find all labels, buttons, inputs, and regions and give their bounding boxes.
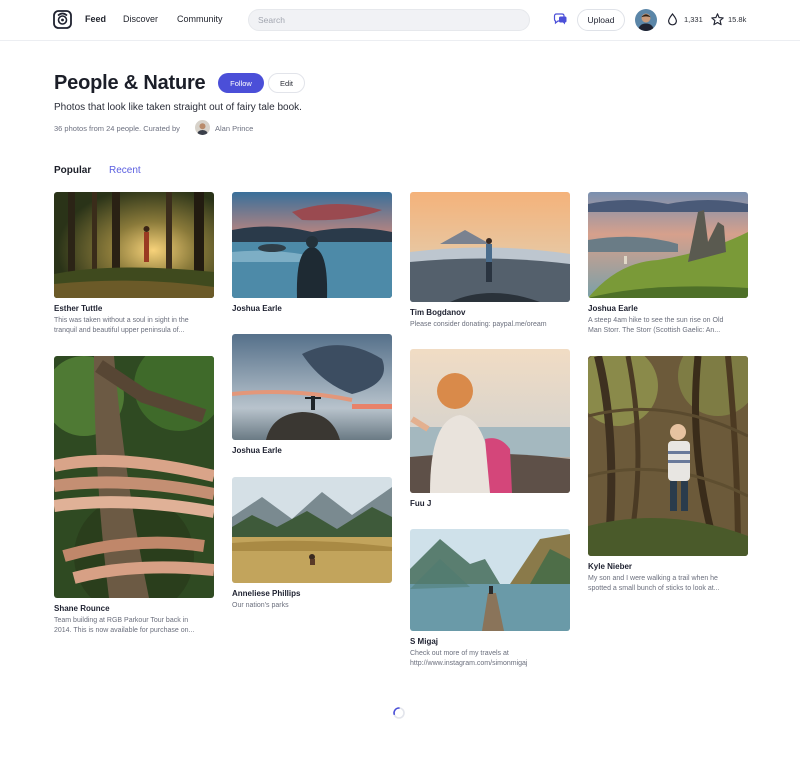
collection-subtitle: Photos that look like taken straight out… xyxy=(54,102,302,113)
photo-card[interactable]: Joshua Earle xyxy=(232,334,392,458)
photo-author[interactable]: Shane Rounce xyxy=(54,604,214,613)
photo-child-sticks-forest[interactable] xyxy=(588,356,748,556)
curator-name[interactable]: Alan Prince xyxy=(215,124,253,133)
loading-spinner-icon xyxy=(393,707,405,719)
photo-author[interactable]: Joshua Earle xyxy=(232,304,392,313)
photo-author[interactable]: Fuu J xyxy=(410,499,570,508)
photo-description: Check out more of my travels at http://ww… xyxy=(410,650,528,667)
photo-card[interactable]: Tim Bogdanov Please consider donating: p… xyxy=(410,192,570,330)
tab-popular[interactable]: Popular xyxy=(54,165,91,176)
star-icon xyxy=(711,13,724,26)
photo-forest-sunlight[interactable] xyxy=(54,192,214,298)
photo-author[interactable]: Kyle Nieber xyxy=(588,562,748,571)
photo-author[interactable]: Joshua Earle xyxy=(232,446,392,455)
photo-author[interactable]: Esther Tuttle xyxy=(54,304,214,313)
photo-fjord-pier[interactable] xyxy=(410,529,570,631)
collection-title: People & Nature xyxy=(54,72,206,94)
photo-author[interactable]: S Migaj xyxy=(410,637,570,646)
top-navigation-bar: Feed Discover Community Upload 1,331 15.… xyxy=(0,0,800,41)
photo-author[interactable]: Tim Bogdanov xyxy=(410,308,570,317)
photo-description: A steep 4am hike to see the sun rise on … xyxy=(588,317,724,334)
photo-author[interactable]: Joshua Earle xyxy=(588,304,748,313)
tab-recent[interactable]: Recent xyxy=(109,165,141,176)
photo-description: My son and I were walking a trail when h… xyxy=(588,575,720,592)
photo-card[interactable]: Joshua Earle A steep 4am hike to see the… xyxy=(588,192,748,336)
photo-rock-cloud-sky[interactable] xyxy=(232,334,392,440)
photo-hands-on-log[interactable] xyxy=(54,356,214,598)
photo-description: Team building at RGB Parkour Tour back i… xyxy=(54,617,195,634)
search-input[interactable] xyxy=(248,9,530,31)
likes-count: 1,331 xyxy=(684,15,703,24)
photo-old-man-storr[interactable] xyxy=(588,192,748,298)
nav-link-feed[interactable]: Feed xyxy=(85,14,106,24)
photo-card[interactable]: Shane Rounce Team building at RGB Parkou… xyxy=(54,356,214,636)
curator-avatar[interactable] xyxy=(195,120,210,135)
photo-mountain-meadow[interactable] xyxy=(232,477,392,583)
nav-link-discover[interactable]: Discover xyxy=(123,14,158,24)
stars-count: 15.8k xyxy=(728,15,747,24)
photo-lake-man[interactable] xyxy=(232,192,392,298)
follow-button[interactable]: Follow xyxy=(218,73,264,93)
camera-logo-icon[interactable] xyxy=(53,10,72,29)
nav-link-community[interactable]: Community xyxy=(177,14,223,24)
photo-card[interactable]: S Migaj Check out more of my travels at h… xyxy=(410,529,570,669)
photo-card[interactable]: Esther Tuttle This was taken without a s… xyxy=(54,192,214,336)
photo-card[interactable]: Kyle Nieber My son and I were walking a … xyxy=(588,356,748,594)
photo-card[interactable]: Fuu J xyxy=(410,349,570,511)
photo-author[interactable]: Anneliese Phillips xyxy=(232,589,392,598)
photo-card[interactable]: Joshua Earle xyxy=(232,192,392,316)
user-avatar[interactable] xyxy=(635,9,657,31)
upload-button[interactable]: Upload xyxy=(577,9,625,31)
photo-sunset-mountain-man[interactable] xyxy=(410,192,570,302)
edit-button[interactable]: Edit xyxy=(268,73,305,93)
chat-bubbles-icon[interactable] xyxy=(553,13,568,26)
photo-description: Please consider donating: paypal.me/orea… xyxy=(410,321,547,328)
photo-description: This was taken without a soul in sight i… xyxy=(54,317,189,334)
photo-card[interactable]: Anneliese Phillips Our nation's parks xyxy=(232,477,392,611)
photo-girl-beach[interactable] xyxy=(410,349,570,493)
drop-icon xyxy=(668,13,677,26)
photo-description: Our nation's parks xyxy=(232,602,289,609)
collection-meta: 36 photos from 24 people. Curated by xyxy=(54,124,180,133)
